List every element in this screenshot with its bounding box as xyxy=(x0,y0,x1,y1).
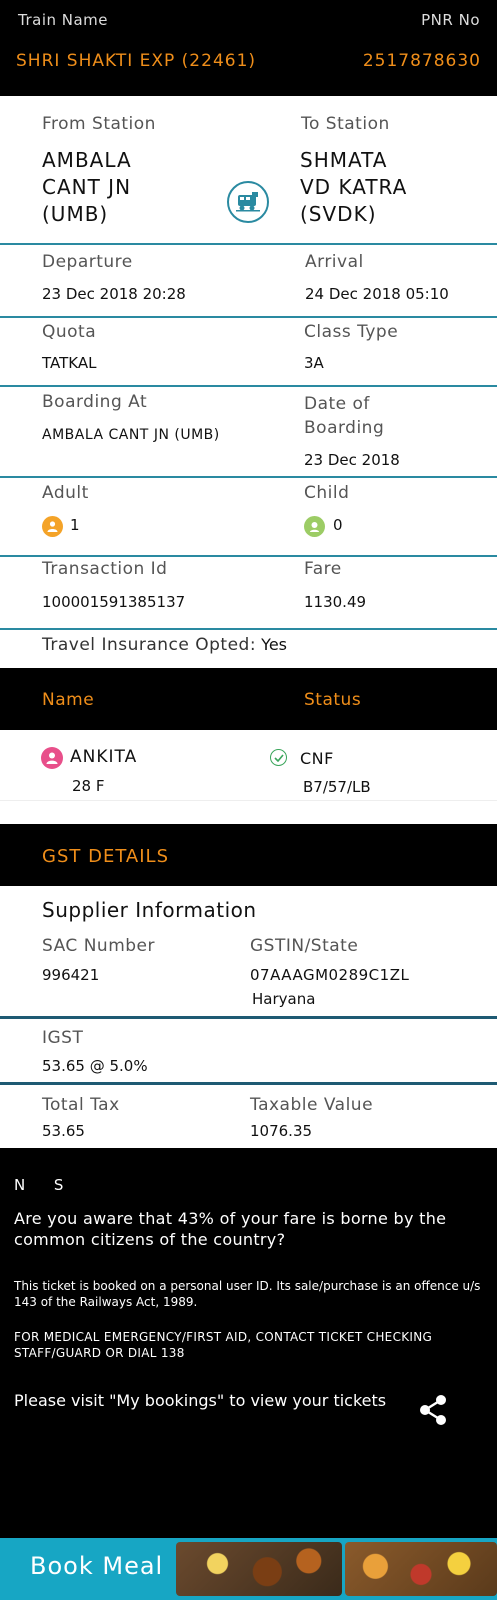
state-value: Haryana xyxy=(252,990,316,1008)
date-of-boarding-label: Date of Boarding xyxy=(304,394,385,438)
name-header: Name xyxy=(42,690,95,710)
igst-value: 53.65 @ 5.0% xyxy=(42,1057,148,1075)
share-icon[interactable] xyxy=(418,1394,448,1426)
departure-time: 23 Dec 2018 20:28 xyxy=(42,285,186,303)
divider xyxy=(0,316,497,318)
divider xyxy=(0,243,497,245)
fare-label: Fare xyxy=(304,559,342,579)
gstin-value: 07AAAGM0289C1ZL xyxy=(250,966,410,984)
personal-id-notice: This ticket is booked on a personal user… xyxy=(14,1279,481,1309)
from-station-label: From Station xyxy=(42,114,156,134)
child-icon xyxy=(304,516,325,537)
passenger-header: Name Status xyxy=(0,668,497,730)
to-station: SHMATA VD KATRA (SVDK) xyxy=(300,148,408,226)
ns-text: N S xyxy=(14,1176,64,1194)
book-meal-label: Book Meal xyxy=(30,1552,164,1580)
status-header: Status xyxy=(304,690,362,710)
date-of-boarding-value: 23 Dec 2018 xyxy=(304,451,400,469)
transaction-id-value: 100001591385137 xyxy=(42,593,186,611)
supplier-title: Supplier Information xyxy=(42,898,257,922)
class-type-label: Class Type xyxy=(304,322,399,342)
meal-image-1 xyxy=(176,1542,342,1596)
book-meal-banner[interactable]: Book Meal xyxy=(0,1538,497,1600)
journey-details: From Station To Station AMBALA CANT JN (… xyxy=(0,96,497,668)
taxable-value: 1076.35 xyxy=(250,1122,313,1140)
boarding-at-label: Boarding At xyxy=(42,392,148,412)
departure-label: Departure xyxy=(42,252,133,272)
medical-emergency-notice: FOR MEDICAL EMERGENCY/FIRST AID, CONTACT… xyxy=(14,1330,433,1360)
meal-image-2 xyxy=(345,1542,497,1596)
class-type-value: 3A xyxy=(304,354,324,372)
my-bookings-notice: Please visit "My bookings" to view your … xyxy=(14,1391,387,1410)
divider xyxy=(0,1016,497,1019)
divider xyxy=(0,1082,497,1085)
from-station: AMBALA CANT JN (UMB) xyxy=(42,148,132,226)
adult-count: 1 xyxy=(70,516,80,534)
sac-number-value: 996421 xyxy=(42,966,100,984)
adult-icon xyxy=(42,516,63,537)
boarding-at-value: AMBALA CANT JN (UMB) xyxy=(42,427,220,443)
travel-insurance: Travel Insurance Opted: Yes xyxy=(42,635,287,655)
fare-value: 1130.49 xyxy=(304,593,367,611)
gst-header: GST DETAILS xyxy=(0,824,497,886)
female-passenger-icon xyxy=(41,747,63,769)
to-station-label: To Station xyxy=(301,114,390,134)
divider xyxy=(0,476,497,478)
pnr-number: 2517878630 xyxy=(362,51,481,71)
divider xyxy=(0,385,497,387)
travel-insurance-value: Yes xyxy=(261,635,287,654)
divider xyxy=(0,628,497,630)
ticket-header: Train Name PNR No SHRI SHAKTI EXP (22461… xyxy=(0,0,497,96)
arrival-label: Arrival xyxy=(305,252,364,272)
transaction-id-label: Transaction Id xyxy=(42,559,168,579)
arrival-time: 24 Dec 2018 05:10 xyxy=(305,285,449,303)
gst-title: GST DETAILS xyxy=(42,846,169,867)
quota-value: TATKAL xyxy=(42,354,97,372)
train-name-label: Train Name xyxy=(18,11,109,29)
taxable-value-label: Taxable Value xyxy=(250,1095,374,1115)
quota-label: Quota xyxy=(42,322,97,342)
total-tax-value: 53.65 xyxy=(42,1122,85,1140)
pnr-label: PNR No xyxy=(421,11,480,29)
subsidy-notice: Are you aware that 43% of your fare is b… xyxy=(14,1209,447,1249)
list-item[interactable]: ANKITA 28 F CNF B7/57/LB xyxy=(0,730,497,800)
child-label: Child xyxy=(304,483,350,503)
total-tax-label: Total Tax xyxy=(42,1095,120,1115)
adult-label: Adult xyxy=(42,483,89,503)
divider xyxy=(0,555,497,557)
passenger-age-gender: 28 F xyxy=(72,777,105,795)
gst-details: Supplier Information SAC Number GSTIN/St… xyxy=(0,886,497,1148)
gstin-state-label: GSTIN/State xyxy=(250,936,359,956)
spacer xyxy=(0,800,497,824)
ticket-footer: N S Are you aware that 43% of your fare … xyxy=(0,1148,497,1538)
child-count: 0 xyxy=(333,516,343,534)
passenger-list: ANKITA 28 F CNF B7/57/LB xyxy=(0,730,497,800)
berth-number: B7/57/LB xyxy=(303,778,371,796)
passenger-name: ANKITA xyxy=(70,747,138,767)
igst-label: IGST xyxy=(42,1028,84,1048)
sac-number-label: SAC Number xyxy=(42,936,156,956)
check-circle-icon xyxy=(270,749,287,766)
train-name: SHRI SHAKTI EXP (22461) xyxy=(16,51,257,71)
travel-insurance-label: Travel Insurance Opted: xyxy=(42,635,257,655)
train-icon xyxy=(227,181,269,223)
booking-status: CNF xyxy=(300,749,334,768)
